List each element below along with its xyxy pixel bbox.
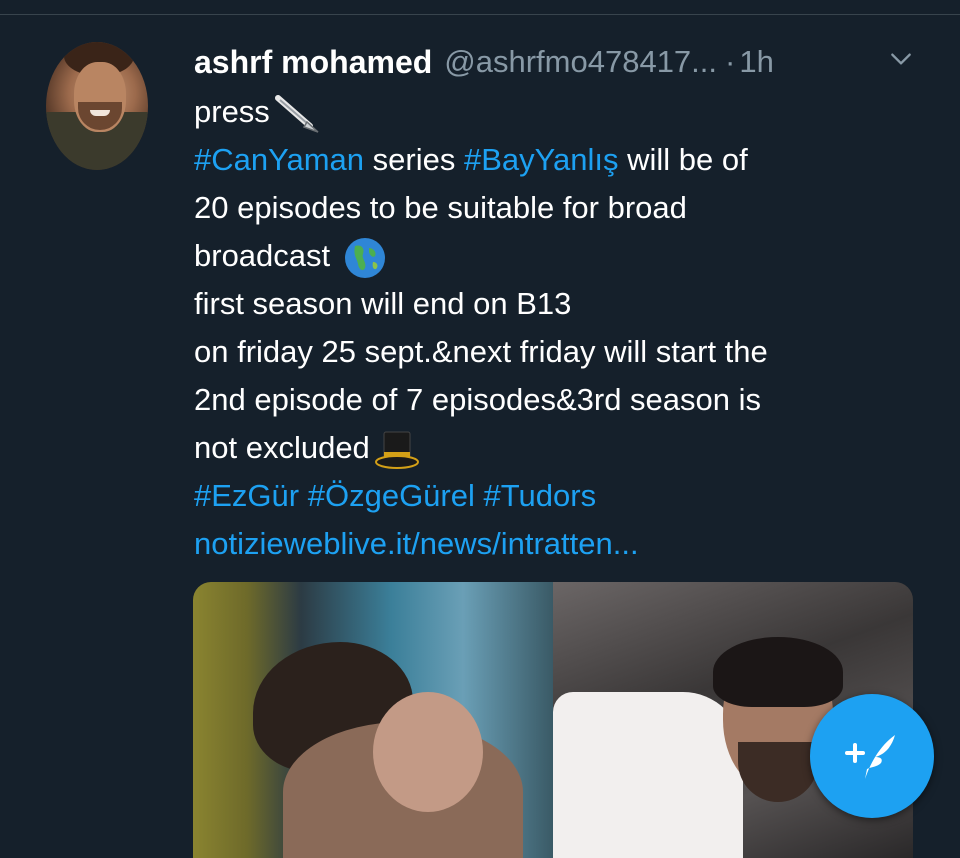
- tweet-line: first season will end on B13: [194, 280, 924, 328]
- avatar[interactable]: [46, 42, 148, 170]
- tweet-line: on friday 25 sept.&next friday will star…: [194, 328, 924, 376]
- hashtag-link[interactable]: #ÖzgeGürel: [308, 478, 475, 513]
- tweet-text-segment: [475, 478, 484, 513]
- author-name[interactable]: ashrf mohamed: [194, 44, 432, 81]
- url-link[interactable]: notizieweblive.it/news/intratten...: [194, 526, 639, 561]
- tweet-line: 20 episodes to be suitable for broad: [194, 184, 924, 232]
- hashtag-link[interactable]: #EzGür: [194, 478, 299, 513]
- tweet-text-segment: broadcast: [194, 238, 339, 273]
- compose-tweet-button[interactable]: [810, 694, 934, 818]
- tweet-text-segment: press: [194, 94, 270, 129]
- top-hat-icon: [374, 431, 419, 469]
- tweet-line: #CanYaman series #BayYanlış will be of: [194, 136, 924, 184]
- tweet-text-segment: 20 episodes to be suitable for broad: [194, 190, 687, 225]
- tweet-text-segment: first season will end on B13: [194, 286, 572, 321]
- top-divider: [0, 14, 960, 15]
- hashtag-link[interactable]: #Tudors: [484, 478, 597, 513]
- tweet-line: 2nd episode of 7 episodes&3rd season is: [194, 376, 924, 424]
- separator-dot: ·: [725, 44, 736, 79]
- tweet-text-segment: [299, 478, 308, 513]
- tweet-text-segment: series: [364, 142, 464, 177]
- chevron-down-icon[interactable]: [888, 46, 914, 72]
- tweet-media[interactable]: [193, 582, 913, 858]
- tweet-header: ashrf mohamed @ashrfmo478417... · 1h: [194, 40, 924, 84]
- hashtag-link[interactable]: #CanYaman: [194, 142, 364, 177]
- compose-tweet-icon: [845, 735, 895, 779]
- media-image-left[interactable]: [193, 582, 553, 858]
- tweet-text-segment: on friday 25 sept.&next friday will star…: [194, 334, 768, 369]
- tweet-line: not excluded: [194, 424, 924, 472]
- pen-nib-icon: [274, 94, 319, 133]
- tweet-line: #EzGür #ÖzgeGürel #Tudors: [194, 472, 924, 520]
- tweet-line: press: [194, 88, 924, 136]
- tweet-text: press #CanYaman series #BayYanlış will b…: [194, 88, 924, 568]
- tweet-line: notizieweblive.it/news/intratten...: [194, 520, 924, 568]
- tweet-text-segment: will be of: [618, 142, 748, 177]
- tweet-text-segment: not excluded: [194, 430, 370, 465]
- tweet-time[interactable]: 1h: [739, 44, 773, 80]
- author-handle[interactable]: @ashrfmo478417...: [444, 44, 717, 80]
- tweet-line: broadcast: [194, 232, 924, 280]
- hashtag-link[interactable]: #BayYanlış: [464, 142, 619, 177]
- tweet-text-segment: 2nd episode of 7 episodes&3rd season is: [194, 382, 762, 417]
- globe-icon: [344, 237, 385, 278]
